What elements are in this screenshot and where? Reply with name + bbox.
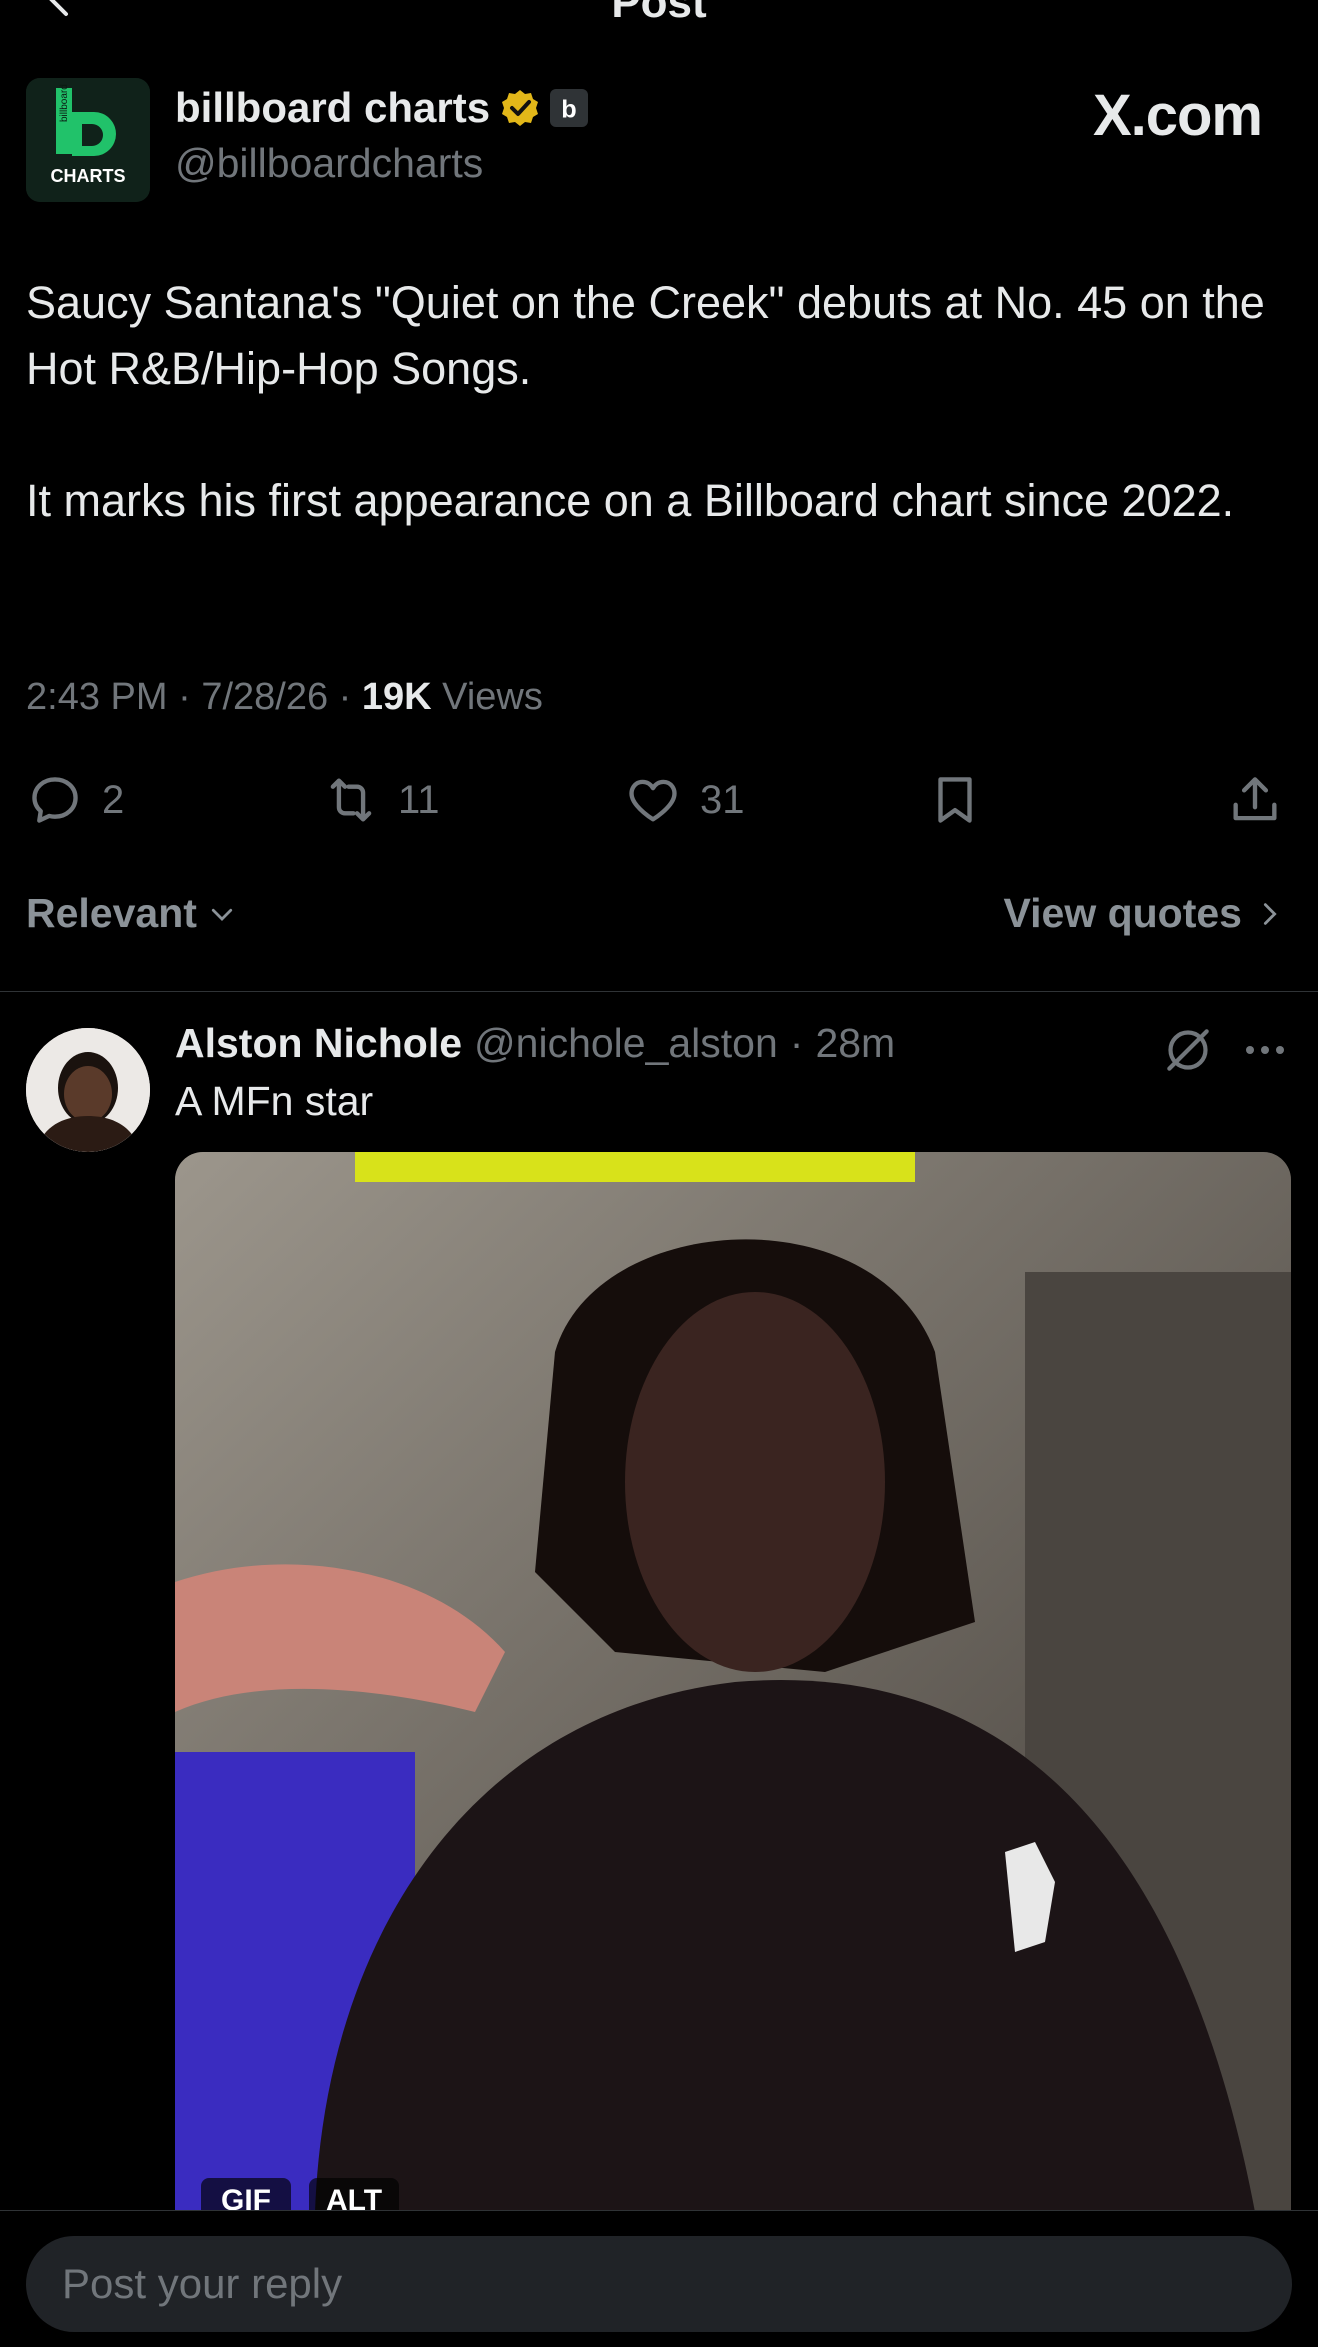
- heart-icon: [629, 779, 677, 822]
- like-action[interactable]: 31: [624, 770, 745, 830]
- reply-header: Alston Nichole @nichole_alston · 28m: [175, 1020, 896, 1067]
- reply-author-handle[interactable]: @nichole_alston: [474, 1020, 778, 1067]
- gif-badge[interactable]: GIF: [201, 2178, 291, 2212]
- gif-frame: [175, 1152, 1291, 2212]
- verified-badge-icon[interactable]: [500, 88, 540, 128]
- affiliate-badge-icon[interactable]: b: [550, 89, 589, 127]
- post-paragraph: It marks his first appearance on a Billb…: [26, 475, 1235, 526]
- billboard-avatar[interactable]: billboard CHARTS: [26, 78, 150, 202]
- bookmark-action[interactable]: [926, 770, 984, 830]
- reply-author-name[interactable]: Alston Nichole: [175, 1020, 462, 1067]
- author-display-name[interactable]: billboard charts: [175, 84, 490, 132]
- reply-icon: [32, 777, 78, 823]
- reply-time[interactable]: 28m: [815, 1020, 895, 1067]
- xcom-watermark: X.com: [1092, 83, 1263, 148]
- share-action[interactable]: [1226, 770, 1284, 830]
- chevron-down-icon: [211, 908, 233, 921]
- reply-avatar[interactable]: [26, 1028, 150, 1152]
- alt-badge[interactable]: ALT: [309, 2178, 399, 2212]
- post-date[interactable]: 7/28/26: [201, 676, 328, 718]
- author-name-row[interactable]: billboard charts b: [175, 84, 589, 132]
- post-paragraph: Saucy Santana's "Quiet on the Creek" deb…: [26, 277, 1265, 394]
- view-quotes-label: View quotes: [1003, 890, 1242, 936]
- svg-text:billboard: billboard: [59, 84, 70, 122]
- reply-input[interactable]: [26, 2236, 1292, 2332]
- share-icon: [1233, 777, 1277, 821]
- views-count[interactable]: 19K: [362, 676, 432, 718]
- reply-action[interactable]: 2: [26, 770, 124, 830]
- repost-icon: [330, 778, 372, 822]
- sort-dropdown[interactable]: Relevant: [26, 890, 237, 937]
- reply-count: 2: [102, 777, 125, 822]
- sort-label: Relevant: [26, 890, 197, 936]
- chevron-right-icon: [1263, 902, 1277, 925]
- post-meta: 2:43 PM · 7/28/26 · 19K Views: [26, 676, 543, 718]
- like-count: 31: [700, 777, 745, 822]
- reply-gif-media[interactable]: GIF ALT: [175, 1152, 1291, 2212]
- bookmark-icon: [938, 777, 972, 823]
- view-quotes-link[interactable]: View quotes: [1004, 890, 1284, 937]
- post-time[interactable]: 2:43 PM: [26, 676, 168, 718]
- divider: [0, 991, 1318, 992]
- grok-icon[interactable]: [1160, 1022, 1216, 1078]
- author-handle[interactable]: @billboardcharts: [175, 140, 483, 187]
- repost-action[interactable]: 11: [322, 770, 440, 830]
- reply-text: A MFn star: [175, 1078, 374, 1124]
- more-options-icon[interactable]: [1240, 1030, 1290, 1070]
- repost-count: 11: [398, 777, 440, 822]
- post-body: Saucy Santana's "Quiet on the Creek" deb…: [26, 270, 1296, 534]
- svg-text:b: b: [561, 95, 576, 123]
- page-title: Post: [611, 0, 707, 27]
- svg-text:CHARTS: CHARTS: [51, 166, 126, 186]
- views-label[interactable]: Views: [442, 676, 543, 718]
